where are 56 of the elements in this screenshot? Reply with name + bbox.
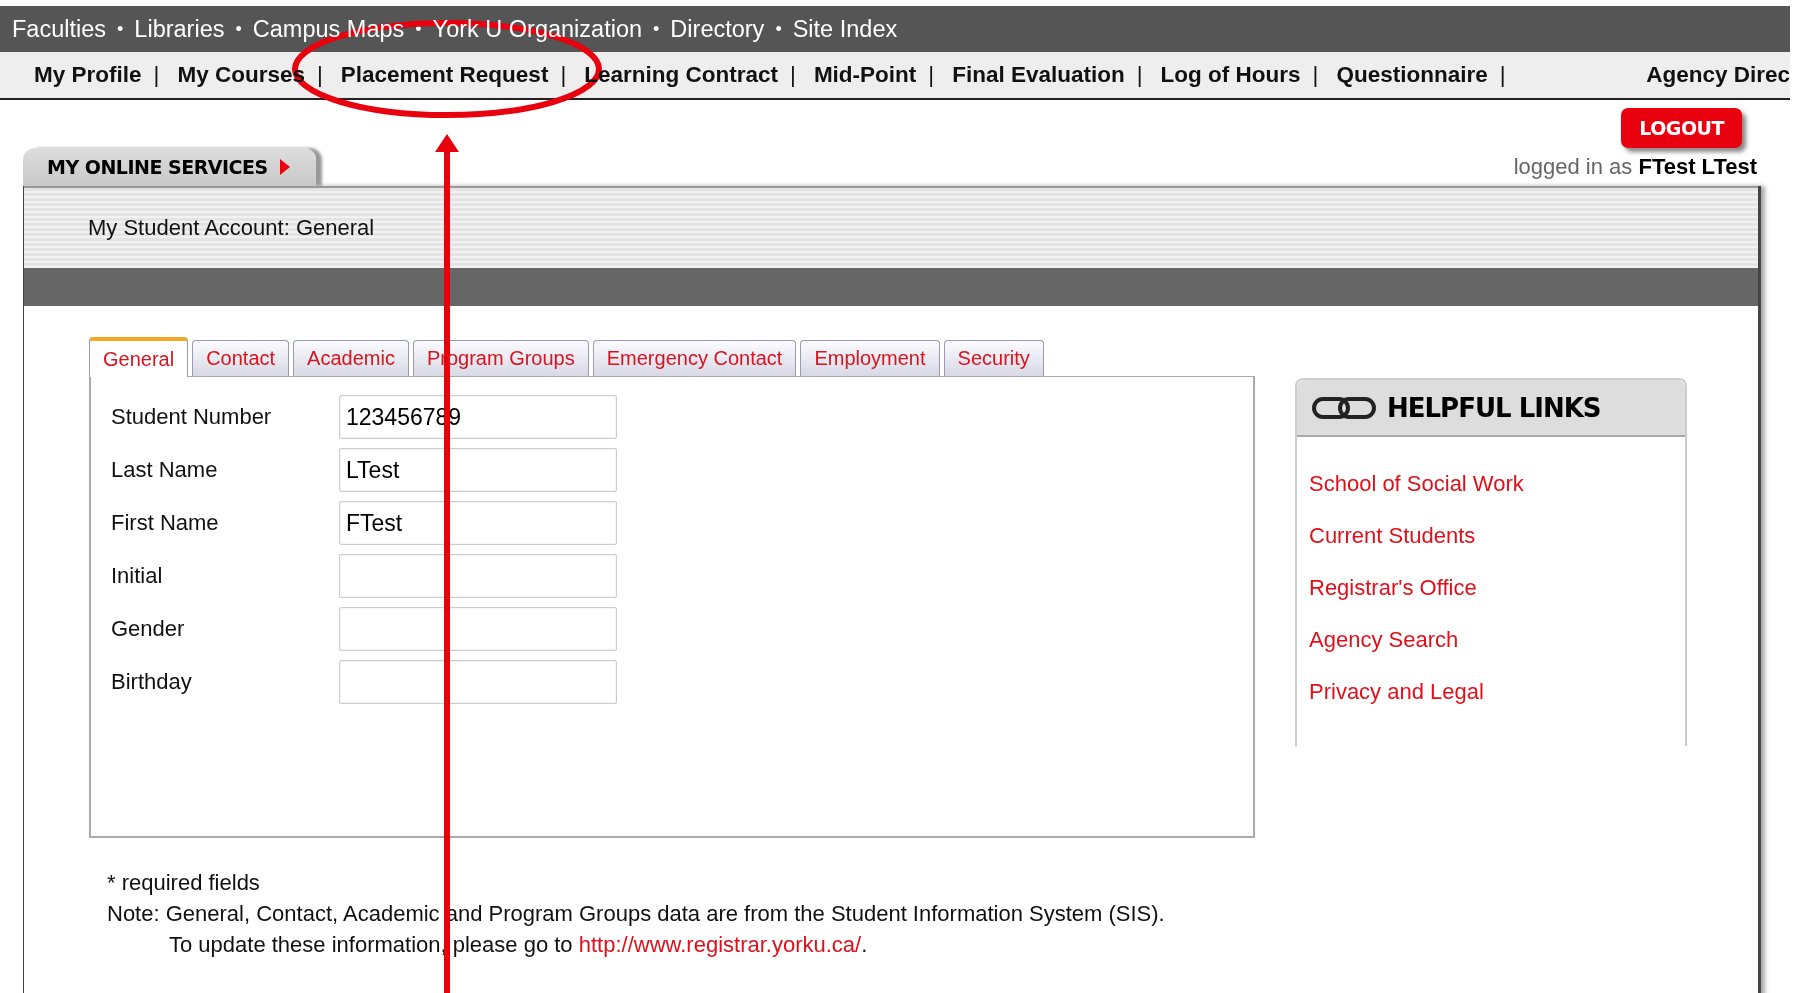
separator: | [928, 62, 935, 88]
helpful-link[interactable]: Privacy and Legal [1309, 679, 1484, 705]
nav-link[interactable]: Agency Direc [1646, 62, 1790, 88]
input-field[interactable] [339, 660, 617, 704]
separator: • [415, 18, 422, 40]
separator: | [1136, 62, 1143, 88]
nav-link[interactable]: Final Evaluation [952, 62, 1125, 88]
field-label: First Name [111, 510, 220, 536]
top-link[interactable]: Site Index [792, 15, 898, 43]
top-link[interactable]: Faculties [12, 15, 107, 43]
input-field[interactable] [339, 607, 617, 651]
services-tab[interactable]: MY ONLINE SERVICES [23, 148, 316, 186]
helpful-link[interactable]: Registrar's Office [1309, 575, 1477, 601]
page-title: My Student Account: General [88, 215, 375, 241]
tab[interactable]: Security [943, 340, 1044, 376]
input-field[interactable] [339, 554, 617, 598]
nav-link[interactable]: Placement Request [340, 62, 549, 88]
input-field[interactable]: FTest [339, 501, 617, 545]
separator: | [153, 62, 160, 88]
separator: | [560, 62, 567, 88]
separator: • [653, 18, 660, 40]
input-field[interactable]: LTest [339, 448, 617, 492]
tab[interactable]: Emergency Contact [592, 340, 797, 376]
separator: • [117, 18, 124, 40]
triangle-icon [279, 159, 290, 175]
separator: | [316, 62, 323, 88]
separator: • [775, 18, 782, 40]
field-label: Student Number [111, 404, 273, 430]
top-link[interactable]: Campus Maps [252, 15, 405, 43]
helpful-link[interactable]: School of Social Work [1309, 471, 1524, 497]
registrar-link[interactable]: http://www.registrar.yorku.ca/ [578, 932, 862, 957]
nav-link[interactable]: Log of Hours [1160, 62, 1301, 88]
login-status: logged in as FTest LTest [1513, 154, 1757, 181]
nav-link[interactable]: Questionnaire [1336, 62, 1488, 88]
required-note: * required fields [107, 870, 260, 896]
field-label: Last Name [111, 457, 219, 483]
nav-link[interactable]: My Profile [34, 62, 142, 88]
separator: | [1499, 62, 1506, 88]
field-label: Birthday [111, 669, 193, 695]
field-label: Initial [111, 563, 164, 589]
helpful-link[interactable]: Agency Search [1309, 627, 1459, 653]
tab[interactable]: General [89, 337, 189, 377]
separator: • [235, 18, 242, 40]
helpful-link[interactable]: Current Students [1309, 523, 1476, 549]
separator: | [1312, 62, 1319, 88]
tab[interactable]: Contact [192, 340, 290, 376]
top-link[interactable]: Directory [670, 15, 765, 43]
update-note: To update these information, please go to http://www.registrar.yorku.ca/. [168, 932, 868, 958]
nav-link[interactable]: Mid-Point [813, 62, 917, 88]
field-label: Gender [111, 616, 186, 642]
separator: | [790, 62, 796, 88]
tab[interactable]: Academic [293, 340, 409, 376]
top-link[interactable]: Libraries [134, 15, 225, 43]
tab[interactable]: Employment [800, 340, 940, 376]
links-title: HELPFUL LINKS [1387, 392, 1601, 423]
logout-button[interactable]: LOGOUT [1621, 108, 1742, 148]
